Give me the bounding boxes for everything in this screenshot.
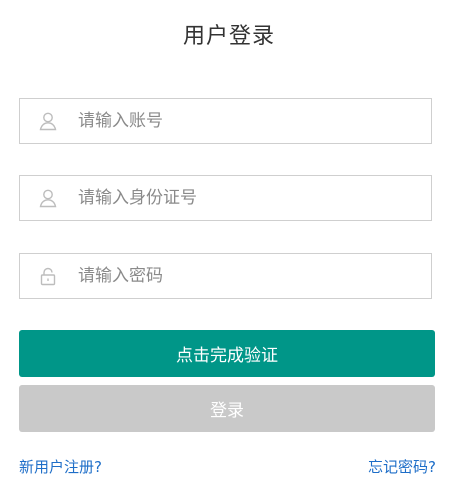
id-number-field[interactable] [19,175,432,221]
login-button[interactable]: 登录 [19,385,435,432]
register-link[interactable]: 新用户注册? [19,456,102,477]
user-icon [39,111,57,131]
account-input[interactable] [78,111,398,131]
page-title: 用户登录 [182,24,275,49]
account-field[interactable] [19,98,432,144]
forgot-password-link[interactable]: 忘记密码? [368,456,436,477]
password-field[interactable] [19,253,432,299]
verify-button[interactable]: 点击完成验证 [19,330,435,377]
user-icon [39,188,57,208]
id-number-input[interactable] [78,188,398,208]
lock-icon [39,266,57,286]
password-input[interactable] [78,266,398,286]
